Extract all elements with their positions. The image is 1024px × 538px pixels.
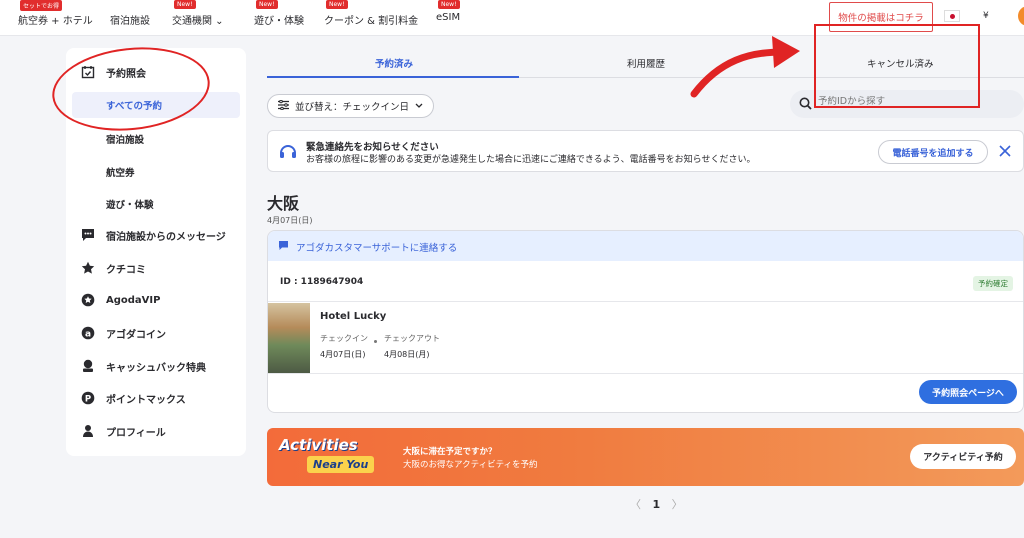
avatar[interactable]	[1018, 6, 1024, 26]
coin-icon: a	[80, 325, 96, 341]
support-link[interactable]: アゴダカスタマーサポートに連絡する	[268, 231, 1023, 261]
pagination: 〈 1 〉	[622, 496, 691, 512]
chevron-down-icon	[415, 101, 423, 112]
svg-text:a: a	[85, 329, 91, 339]
divider	[268, 301, 1023, 302]
notice-title: 緊急連絡先をお知らせください	[306, 142, 439, 153]
city-date: 4月07日(日)	[267, 216, 313, 225]
status-badge: 予約確定	[973, 276, 1013, 291]
japan-flag-icon[interactable]	[944, 10, 960, 22]
checkout-date: 4月08日(月)	[384, 350, 430, 359]
nav-esim[interactable]: New! eSIM	[436, 0, 461, 23]
manage-booking-button[interactable]: 予約照会ページへ	[919, 380, 1017, 404]
nav-badge: セットでお得	[20, 0, 63, 11]
nav-hotels[interactable]: 宿泊施設	[110, 12, 150, 27]
booking-id: ID : 1189647904	[280, 277, 364, 287]
nav-badge: New!	[174, 0, 196, 9]
nav-coupons[interactable]: New! クーポン & 割引料金	[324, 0, 419, 27]
person-icon	[80, 423, 96, 439]
checkout-label: チェックアウト	[384, 334, 440, 343]
sidebar-item-reviews[interactable]: クチコミ	[80, 257, 146, 279]
points-icon: P	[80, 390, 96, 406]
sidebar-item-label: クチコミ	[106, 264, 146, 276]
annotation-rectangle	[814, 24, 980, 108]
support-label: アゴダカスタマーサポートに連絡する	[296, 243, 458, 254]
star-icon	[80, 260, 96, 276]
sidebar-item-activities[interactable]: 遊び・体験	[106, 197, 154, 211]
chat-icon	[278, 240, 289, 254]
tab-active-indicator	[267, 76, 519, 78]
nav-label: クーポン & 割引料金	[324, 16, 419, 27]
cashback-icon	[80, 358, 96, 374]
svg-text:P: P	[85, 394, 91, 404]
sort-icon	[278, 99, 289, 113]
nav-label: 交通機関 ⌄	[172, 16, 224, 27]
nav-activities[interactable]: New! 遊び・体験	[254, 0, 304, 27]
current-page[interactable]: 1	[653, 498, 661, 511]
sidebar-item-label: AgodaVIP	[106, 294, 161, 306]
tab-history[interactable]: 利用履歴	[627, 56, 665, 70]
sidebar-item-coins[interactable]: a アゴダコイン	[80, 322, 166, 344]
nav-label: 航空券 + ホテル	[18, 16, 93, 27]
sort-label: 並び替え：チェックイン日	[295, 102, 410, 113]
nav-badge: New!	[326, 0, 348, 9]
sort-dropdown[interactable]: 並び替え：チェックイン日	[267, 94, 434, 118]
sidebar-item-messages[interactable]: 宿泊施設からのメッセージ	[80, 224, 226, 246]
nav-label: eSIM	[436, 12, 461, 23]
sidebar-item-label: 宿泊施設からのメッセージ	[106, 231, 226, 243]
divider	[268, 373, 1023, 374]
activities-banner[interactable]: Activities Near You 大阪に滞在予定ですか？ 大阪のお得なアク…	[267, 428, 1024, 486]
sidebar-item-label: プロフィール	[106, 427, 166, 439]
sidebar-item-cashback[interactable]: キャッシュバック特典	[80, 355, 206, 377]
sidebar-item-pointsmax[interactable]: P ポイントマックス	[80, 387, 186, 409]
tab-booked[interactable]: 予約済み	[375, 56, 413, 70]
notice-body: お客様の旅程に影響のある変更が急遽発生した場合に迅速にご連絡できるよう、電話番号…	[306, 155, 756, 165]
sidebar-item-hotels[interactable]: 宿泊施設	[106, 132, 144, 146]
separator-dot	[374, 340, 377, 343]
next-page-icon[interactable]: 〉	[672, 498, 683, 511]
headset-icon	[278, 142, 298, 165]
nav-transport[interactable]: New! 交通機関 ⌄	[172, 0, 224, 27]
activities-subtitle: 大阪のお得なアクティビティを予約	[403, 460, 538, 470]
booking-card: アゴダカスタマーサポートに連絡する ID : 1189647904 予約確定 H…	[267, 230, 1024, 413]
nav-flight-hotel[interactable]: セットでお得 航空券 + ホテル	[18, 0, 93, 27]
checkin-date: 4月07日(日)	[320, 350, 366, 359]
city-heading: 大阪	[267, 194, 300, 213]
hotel-name[interactable]: Hotel Lucky	[320, 311, 386, 322]
close-icon[interactable]	[999, 142, 1011, 161]
sidebar-item-label: キャッシュバック特典	[106, 362, 206, 374]
nav-badge: New!	[256, 0, 278, 9]
currency-selector[interactable]: ¥	[983, 11, 989, 21]
sidebar-item-profile[interactable]: プロフィール	[80, 420, 166, 442]
book-activity-button[interactable]: アクティビティ予約	[910, 444, 1016, 469]
vip-star-icon	[80, 292, 96, 308]
activities-logo-text: Activities	[279, 436, 358, 454]
phone-notice-banner: 緊急連絡先をお知らせください お客様の旅程に影響のある変更が急遽発生した場合に迅…	[267, 130, 1024, 172]
activities-question: 大阪に滞在予定ですか？	[403, 447, 497, 457]
checkin-label: チェックイン	[320, 334, 368, 343]
sidebar-item-label: ポイントマックス	[106, 394, 186, 406]
nav-badge: New!	[438, 0, 460, 9]
hotel-photo[interactable]	[268, 303, 310, 373]
nav-label: 遊び・体験	[254, 16, 304, 27]
annotation-arrow-icon	[690, 36, 800, 98]
near-you-logo-text: Near You	[307, 456, 375, 473]
message-icon	[80, 227, 96, 243]
sidebar-item-label: アゴダコイン	[106, 329, 166, 341]
sidebar-item-flights[interactable]: 航空券	[106, 165, 135, 179]
nav-label: 宿泊施設	[110, 16, 150, 27]
prev-page-icon[interactable]: 〈	[630, 498, 641, 511]
add-phone-button[interactable]: 電話番号を追加する	[878, 140, 988, 164]
sidebar-item-vip[interactable]: AgodaVIP	[80, 289, 160, 311]
